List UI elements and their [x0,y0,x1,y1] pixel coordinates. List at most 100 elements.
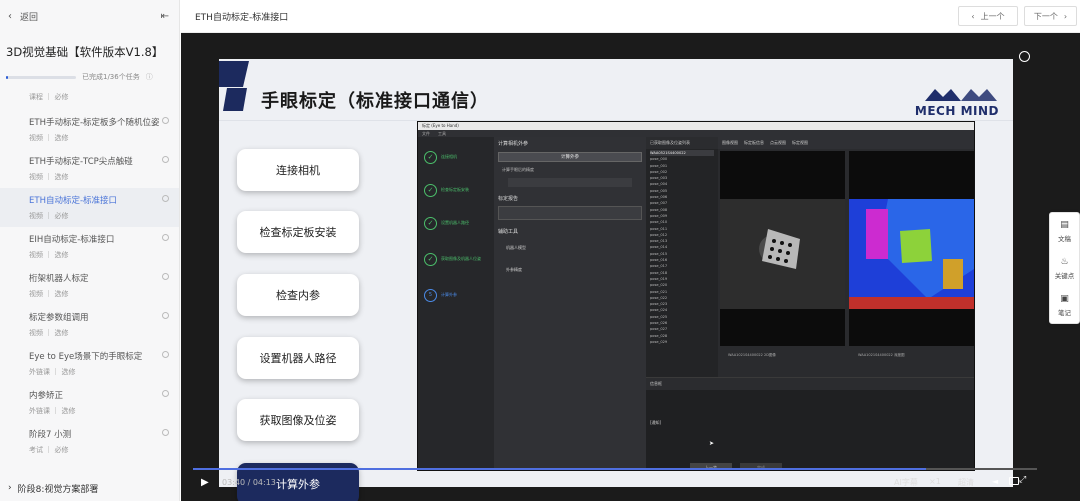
lesson-title: 标定参数组调用 [29,313,89,323]
lesson-item[interactable]: 阶段7 小测 考试 ｜ 必修 [0,422,179,461]
menu-tools: 工具 [438,131,446,136]
brand-logo-text: MECH MIND [914,104,999,118]
video-slide: 手眼标定（标准接口通信） MECH MIND 连接相机 检查标定板安装 检查内参… [219,59,1013,501]
lesson-item[interactable]: ETH手动标定-TCP尖点触碰 视频 ｜ 选修 [0,149,179,188]
section-toggle[interactable]: › 阶段8:视觉方案部署 [0,475,179,501]
play-icon[interactable]: ▶ [201,477,209,488]
progress-fill [6,75,8,79]
timeline-fill [193,468,927,470]
report-header: 标定报告 [498,196,519,202]
lesson-item[interactable]: ETH手动标定-标定板多个随机位姿 视频 ｜ 选修 [0,110,179,149]
image-label-depth: WAA1021S4400022 深度图 [858,353,905,357]
cursor-icon: ➤ [709,440,715,447]
step-label: 获取图像及机器人位姿 [441,256,481,261]
software-step-panel: ✓ 连接相机 ✓ 检查标定板安装 ✓ 设置机器人路径 ✓ 获取图像及机器人位姿 5 计算外… [418,137,494,470]
quality-selector[interactable]: 超清 [958,477,974,488]
lesson-status-icon [162,351,169,358]
compute-disabled-bar [508,178,632,187]
progress-text: 已完成1/36个任务 [82,73,140,81]
next-label: 下一个 [1033,11,1058,21]
step-label: 计算外参 [441,292,457,297]
view-tab: 标定视图 [792,140,808,145]
tool-extrinsic-accuracy: 外参精度 [506,267,522,272]
course-sidebar: ‹ 返回 ⇤ 3D视觉基础【软件版本V1.8】 已完成1/36个任务 ⓘ 课程 … [0,0,180,501]
slide-step-check-intrinsics: 检查内参 [237,274,359,316]
step-label: 设置机器人路径 [441,220,469,225]
lesson-meta: 视频 ｜ 必修 [29,212,69,220]
lesson-title: ETH自动标定-标准接口 [29,196,118,206]
step-label: 检查标定板安装 [441,187,469,192]
lesson-item[interactable]: 课程 ｜ 必修 [0,92,179,110]
lesson-meta: 视频 ｜ 选修 [29,290,69,298]
compute-header: 计算相机外参 [498,141,529,147]
app: ‹ 返回 ⇤ 3D视觉基础【软件版本V1.8】 已完成1/36个任务 ⓘ 课程 … [0,0,1080,501]
log-text: [通知] [650,420,662,425]
compute-button: 计算外参 [498,152,642,162]
fullscreen-icon[interactable]: ⤢ [1019,475,1026,485]
view-tab: 标定板信息 [744,140,764,145]
lesson-meta: 外链课 ｜ 选修 [29,407,76,415]
subtitle-toggle[interactable]: AI字幕 [894,477,918,488]
transcript-label: 文稿 [1058,234,1071,243]
keypoints-button[interactable]: ♨ 关键点 [1050,250,1079,287]
lesson-meta: 考试 ｜ 必修 [29,446,69,454]
slide-step-capture-pose: 获取图像及位姿 [237,399,359,441]
top-bar: ETH自动标定-标准接口 ‹ 上一个 下一个 › [181,0,1080,33]
lesson-meta: 视频 ｜ 选修 [29,173,69,181]
tools-header: 辅助工具 [498,229,519,235]
lesson-meta: 视频 ｜ 选修 [29,134,69,142]
time-display: 03:40 / 04:13 [222,478,276,487]
lesson-title: ETH手动标定-标定板多个随机位姿 [29,118,160,128]
tool-robot-model: 机器人模型 [506,245,526,250]
lesson-title: 内参矫正 [29,391,64,401]
slide-step-check-board: 检查标定板安装 [237,211,359,253]
clock-icon[interactable] [1019,51,1030,62]
prev-button[interactable]: ‹ 上一个 [958,6,1018,26]
course-progress: 已完成1/36个任务 ⓘ [0,60,179,82]
lesson-status-icon [162,273,169,280]
back-button[interactable]: ‹ 返回 [8,10,38,23]
software-step: 5 计算外参 [424,285,490,305]
lesson-meta: 外链课 ｜ 选修 [29,368,76,376]
lesson-title: 桁架机器人标定 [29,274,89,284]
transcript-button[interactable]: ▤ 文稿 [1050,213,1079,250]
check-icon: ✓ [424,252,437,266]
lesson-meta: 视频 ｜ 选修 [29,329,69,337]
lesson-item[interactable]: 桁架机器人标定 视频 ｜ 选修 [0,266,179,305]
lesson-item[interactable]: EIH自动标定-标准接口 视频 ｜ 选修 [0,227,179,266]
side-tools-panel: ▤ 文稿 ♨ 关键点 ▣ 笔记 [1049,212,1080,324]
pose-list-panel: 已获取图像及位姿列表 WAA0521S4400022 pose_000 pose_0… [646,137,718,377]
lesson-title: ETH手动标定-TCP尖点触碰 [29,157,133,167]
lesson-title: EIH自动标定-标准接口 [29,235,115,245]
log-header: 信息框 [646,378,974,390]
info-icon[interactable]: ⓘ [146,72,153,82]
video-timeline[interactable] [193,468,1037,470]
keypoints-label: 关键点 [1054,271,1075,280]
chevron-left-icon: ‹ [971,11,975,21]
lesson-status-icon [162,234,169,241]
lesson-item-active[interactable]: ETH自动标定-标准接口 视频 ｜ 必修 [0,188,179,227]
image-label-2d: WAA1021S4400022 2D图像 [728,353,776,357]
document-icon: ▤ [1060,219,1069,230]
pip-icon[interactable] [1009,477,1019,485]
slide-header: 手眼标定（标准接口通信） MECH MIND [219,61,1013,121]
check-icon: ✓ [424,150,437,164]
lesson-item[interactable]: 标定参数组调用 视频 ｜ 选修 [0,305,179,344]
software-title-bar: 标定 (Eye to Hand) [418,122,974,130]
section-label: 阶段8:视觉方案部署 [17,484,99,495]
video-player[interactable]: 手眼标定（标准接口通信） MECH MIND 连接相机 检查标定板安装 检查内参… [181,33,1080,501]
volume-icon[interactable]: ◄ [992,477,998,486]
notes-button[interactable]: ▣ 笔记 [1050,287,1079,324]
slide-title: 手眼标定（标准接口通信） [261,91,489,112]
view-tabs: 图像视图 标定板信息 点云视图 标定视图 [718,137,974,149]
software-step: ✓ 获取图像及机器人位姿 [424,249,490,269]
next-button[interactable]: 下一个 › [1024,6,1077,26]
image-view-panel: 图像视图 标定板信息 点云视图 标定视图 WAA1021S4400022 2D图… [718,137,974,377]
speed-selector[interactable]: ×1 [929,477,941,486]
lesson-item[interactable]: Eye to Eye场景下的手眼标定 外链课 ｜ 选修 [0,344,179,383]
mech-mind-logo-icon [925,89,997,101]
lesson-item[interactable]: 内参矫正 外链课 ｜ 选修 [0,383,179,422]
lesson-title: 阶段7 小测 [29,430,72,440]
collapse-icon[interactable]: ⇤ [161,11,169,22]
software-compute-panel: 计算相机外参 计算外参 计算手眼后的精度 标定报告 辅助工具 机器人模型 外参精… [494,137,646,470]
